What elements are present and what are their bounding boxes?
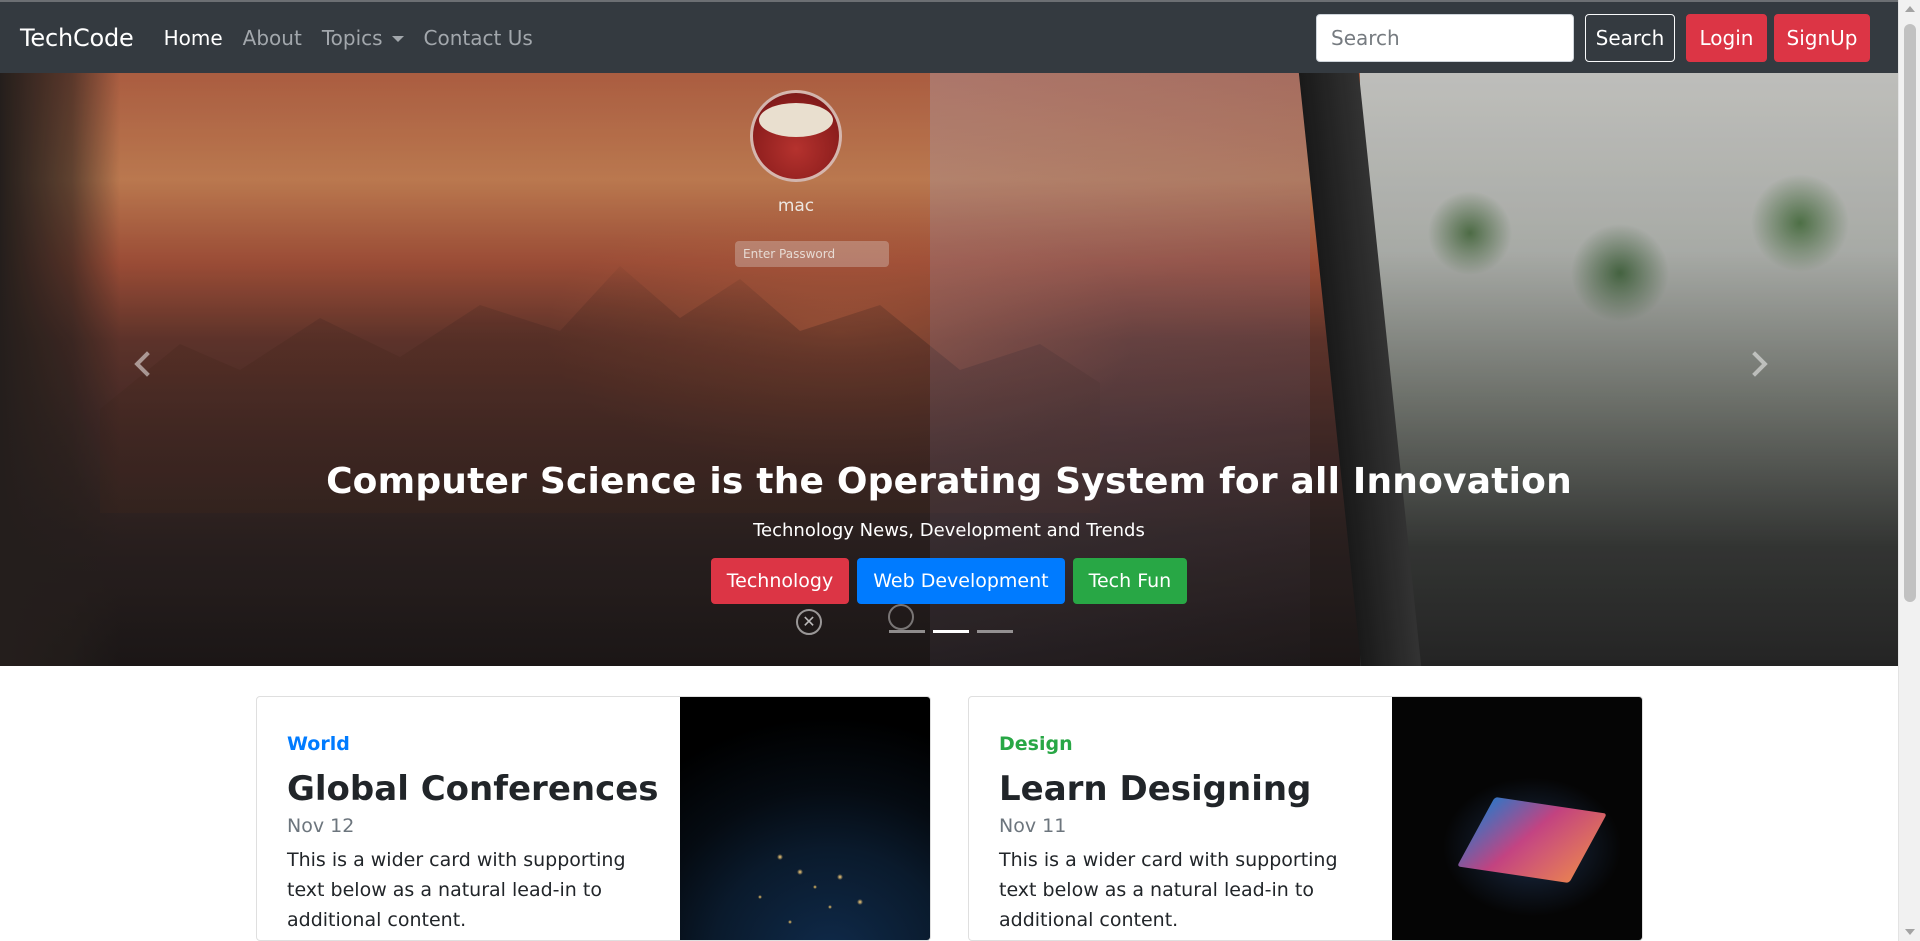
nav-link-contact[interactable]: Contact Us [424, 26, 533, 50]
carousel-caption: Computer Science is the Operating System… [0, 461, 1898, 604]
signup-button[interactable]: SignUp [1774, 14, 1870, 62]
page-scrollbar[interactable] [1898, 0, 1920, 941]
laptop-image [1392, 697, 1642, 940]
screen-username: mac [777, 196, 815, 216]
scroll-down-icon[interactable] [1905, 929, 1915, 935]
login-button[interactable]: Login [1686, 14, 1767, 62]
carousel-indicators [885, 630, 1017, 633]
carousel-indicator-1[interactable] [889, 630, 925, 633]
screen-avatar-image [750, 90, 842, 182]
technology-button[interactable]: Technology [710, 558, 850, 604]
nav-link-topics[interactable]: Topics [322, 26, 404, 50]
carousel-indicator-3[interactable] [977, 630, 1013, 633]
card-world: World Global Conferences Nov 12 This is … [256, 696, 931, 941]
card-text: This is a wider card with supporting tex… [999, 849, 1338, 931]
hero-buttons: Technology Web Development Tech Fun [0, 558, 1898, 604]
card-title: Global Conferences [287, 769, 659, 809]
page: TechCode Home About Topics Contact Us Se… [0, 0, 1920, 941]
hero-title: Computer Science is the Operating System… [326, 461, 1572, 502]
hero-carousel: mac Enter Password Computer Science is t… [0, 73, 1898, 666]
nav-link-about[interactable]: About [243, 26, 302, 50]
city-lights [720, 817, 920, 940]
carousel-indicator-2[interactable] [933, 630, 969, 633]
card-text: This is a wider card with supporting tex… [287, 849, 626, 931]
navbar: TechCode Home About Topics Contact Us Se… [0, 2, 1898, 73]
brand-logo[interactable]: TechCode [20, 24, 134, 52]
card-date: Nov 12 [287, 815, 355, 837]
screen-close-icon: ✕ [796, 609, 822, 635]
nav-link-home[interactable]: Home [164, 26, 223, 50]
search-button[interactable]: Search [1585, 14, 1675, 62]
card-category: Design [999, 733, 1073, 755]
card-design: Design Learn Designing Nov 11 This is a … [968, 696, 1643, 941]
card-title: Learn Designing [999, 769, 1312, 809]
chevron-down-icon [391, 35, 404, 42]
hero-subtitle: Technology News, Development and Trends [753, 520, 1145, 541]
earth-night-image [680, 697, 930, 940]
web-development-button[interactable]: Web Development [857, 558, 1065, 604]
screen-accessibility-icon [888, 604, 914, 630]
scrollbar-thumb[interactable] [1904, 24, 1916, 602]
scroll-up-icon[interactable] [1905, 6, 1915, 12]
tech-fun-button[interactable]: Tech Fun [1072, 558, 1188, 604]
card-category: World [287, 733, 350, 755]
search-input[interactable] [1316, 14, 1574, 62]
screen-password-field: Enter Password [735, 241, 889, 267]
navbar-actions: Search Login SignUp [1316, 14, 1870, 62]
nav-link-topics-label: Topics [321, 25, 383, 50]
card-date: Nov 11 [999, 815, 1067, 837]
